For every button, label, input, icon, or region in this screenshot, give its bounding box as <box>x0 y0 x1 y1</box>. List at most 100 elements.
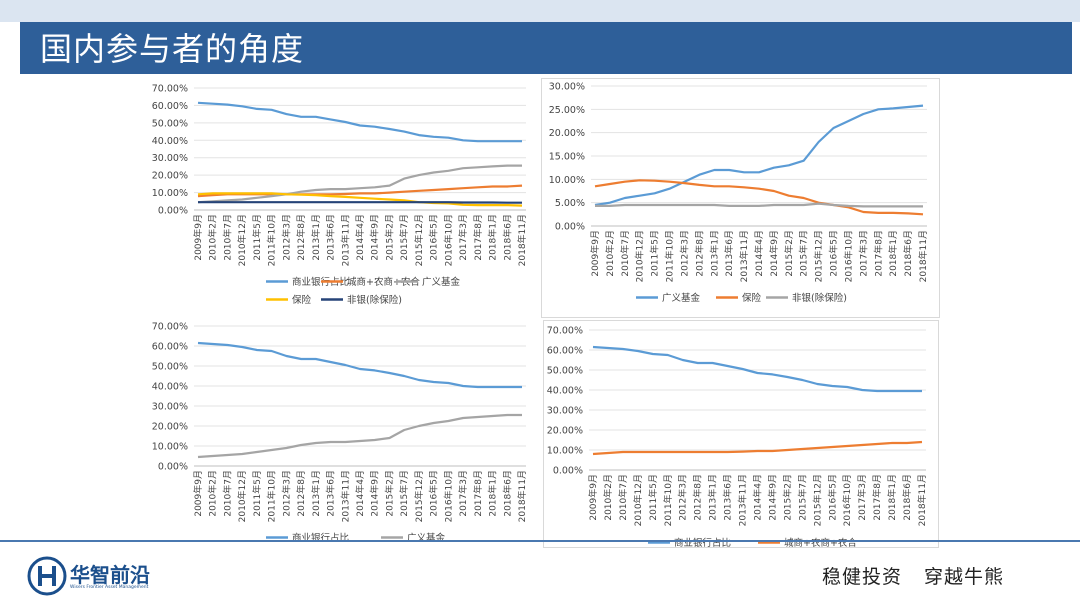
y-tick-label: 0.00% <box>553 466 583 477</box>
x-tick-label: 2017年8月 <box>472 214 484 261</box>
y-tick-label: 50.00% <box>152 362 188 373</box>
series-line-1 <box>594 104 924 207</box>
x-tick-label: 2016年5月 <box>828 230 840 277</box>
x-tick-label: 2011年5月 <box>649 230 661 277</box>
y-tick-label: 10.00% <box>152 188 188 199</box>
series-line-1 <box>197 101 522 143</box>
x-tick-label: 2012年3月 <box>677 474 689 521</box>
series-line-3 <box>595 202 923 208</box>
x-tick-label: 2018年1月 <box>887 230 899 277</box>
x-tick-label: 2010年12月 <box>236 214 248 266</box>
x-tick-label: 2015年7月 <box>398 470 410 517</box>
x-tick-label: 2015年2月 <box>383 214 395 261</box>
y-tick-label: 0.00% <box>158 462 188 473</box>
y-tick-label: 20.00% <box>152 422 188 433</box>
x-tick-label: 2013年6月 <box>723 230 735 277</box>
slogan-2: 穿越牛熊 <box>924 566 1005 588</box>
x-tick-label: 2011年10月 <box>266 470 278 522</box>
x-tick-label: 2010年12月 <box>632 474 644 526</box>
slogan-1: 稳健投资 <box>822 566 903 588</box>
x-tick-label: 2014年4月 <box>753 230 765 277</box>
x-tick-label: 2010年7月 <box>221 470 233 517</box>
legend-label: 城商+农商+农合 <box>784 537 857 548</box>
x-tick-label: 2018年6月 <box>501 470 513 517</box>
x-tick-label: 2014年9月 <box>766 474 778 521</box>
x-tick-label: 2018年11月 <box>516 470 528 522</box>
x-tick-label: 2010年7月 <box>619 230 631 277</box>
series-line-2 <box>197 413 522 459</box>
x-tick-label: 2010年2月 <box>602 474 614 521</box>
x-tick-label: 2014年9月 <box>369 214 381 261</box>
x-tick-label: 2011年10月 <box>266 214 278 266</box>
x-tick-label: 2009年9月 <box>589 230 601 277</box>
x-tick-label: 2014年4月 <box>354 214 366 261</box>
x-tick-label: 2011年10月 <box>662 474 674 526</box>
logo-name: 华智前沿 <box>70 563 150 587</box>
logo-icon <box>27 556 67 596</box>
x-tick-label: 2015年7月 <box>398 214 410 261</box>
x-tick-label: 2012年3月 <box>280 470 292 517</box>
x-tick-label: 2012年8月 <box>295 214 307 261</box>
x-tick-label: 2010年2月 <box>207 470 219 517</box>
x-tick-label: 2013年1月 <box>310 470 322 517</box>
legend-label: 商业银行占比 <box>674 537 731 548</box>
x-tick-label: 2009年9月 <box>192 470 204 517</box>
series-line-1 <box>592 345 922 393</box>
y-tick-label: 20.00% <box>549 128 585 139</box>
x-tick-label: 2018年1月 <box>886 474 898 521</box>
slogan: 稳健投资 穿越牛熊 <box>822 562 1026 589</box>
legend-label: 非银(除保险) <box>792 292 847 304</box>
x-tick-label: 2016年10月 <box>442 214 454 266</box>
x-tick-label: 2011年5月 <box>647 474 659 521</box>
chart-panel-1: 0.00% 10.00% 20.00% 30.00% 40.00% 50.00% 60.00… <box>152 84 528 307</box>
x-tick-label: 2015年12月 <box>811 474 823 526</box>
x-tick-label: 2017年3月 <box>856 474 868 521</box>
y-tick-label: 30.00% <box>547 406 583 417</box>
x-tick-label: 2014年9月 <box>768 230 780 277</box>
x-tick-label: 2016年5月 <box>826 474 838 521</box>
x-tick-label: 2018年11月 <box>917 230 929 282</box>
x-tick-label: 2012年8月 <box>295 470 307 517</box>
y-tick-label: 5.00% <box>555 198 585 209</box>
x-tick-label: 2013年11月 <box>339 214 351 266</box>
x-tick-label: 2015年12月 <box>813 230 825 282</box>
series-line-2 <box>594 179 924 216</box>
x-tick-label: 2014年4月 <box>752 474 764 521</box>
y-tick-label: 60.00% <box>152 342 188 353</box>
x-tick-label: 2013年11月 <box>339 470 351 522</box>
x-tick-label: 2018年11月 <box>516 214 528 266</box>
x-tick-label: 2013年11月 <box>738 230 750 282</box>
x-tick-label: 2016年10月 <box>842 230 854 282</box>
x-tick-label: 2012年8月 <box>692 474 704 521</box>
y-tick-label: 30.00% <box>152 402 188 413</box>
x-tick-label: 2012年3月 <box>678 230 690 277</box>
legend-label: 商业银行占比 <box>292 532 349 544</box>
y-tick-label: 70.00% <box>547 326 583 337</box>
y-tick-label: 40.00% <box>547 386 583 397</box>
y-tick-label: 30.00% <box>549 82 585 93</box>
legend-label: 保险 <box>292 294 312 306</box>
x-tick-label: 2013年11月 <box>737 474 749 526</box>
x-tick-label: 2010年2月 <box>604 230 616 277</box>
x-tick-label: 2010年12月 <box>236 470 248 522</box>
legend-label: 广义基金 <box>407 532 446 544</box>
y-tick-label: 40.00% <box>152 382 188 393</box>
page-title: 国内参与者的角度 <box>40 30 305 68</box>
x-tick-label: 2013年1月 <box>310 214 322 261</box>
x-tick-label: 2015年2月 <box>781 474 793 521</box>
x-tick-label: 2017年3月 <box>457 214 469 261</box>
y-tick-label: 10.00% <box>549 175 585 186</box>
series-line-2 <box>592 440 923 456</box>
x-tick-label: 2013年1月 <box>708 230 720 277</box>
x-tick-label: 2009年9月 <box>192 214 204 261</box>
x-tick-label: 2016年10月 <box>841 474 853 526</box>
y-tick-label: 50.00% <box>152 118 188 129</box>
x-tick-label: 2018年11月 <box>916 474 928 526</box>
x-tick-label: 2016年5月 <box>428 470 440 517</box>
x-tick-label: 2018年1月 <box>487 470 499 517</box>
y-tick-label: 0.00% <box>555 222 585 233</box>
x-tick-label: 2013年6月 <box>325 214 337 261</box>
chart-panel-2: 0.00% 5.00% 10.00% 15.00% 20.00% 25.00% 30.00%… <box>541 78 940 318</box>
x-tick-label: 2015年7月 <box>798 230 810 277</box>
legend-label: 保险 <box>742 292 762 304</box>
